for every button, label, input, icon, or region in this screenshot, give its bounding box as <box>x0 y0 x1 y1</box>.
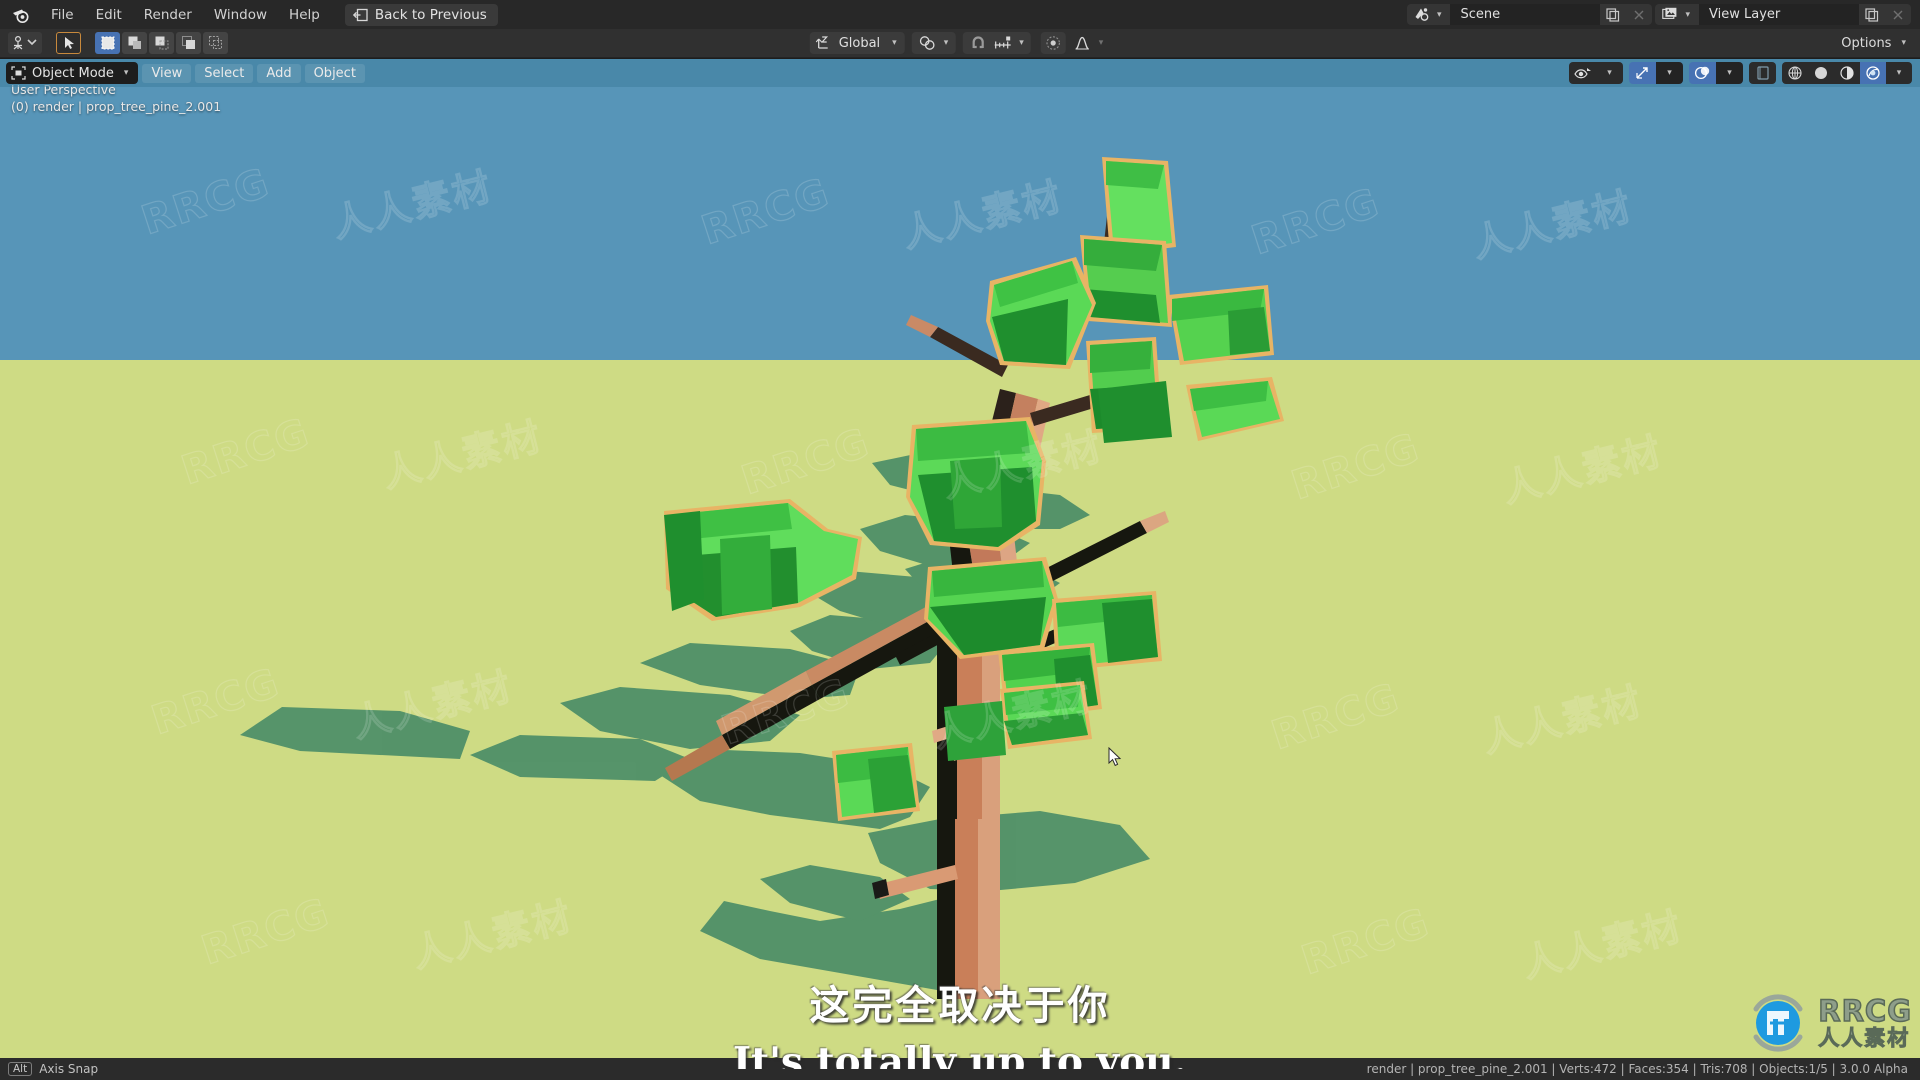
select-box-icon[interactable] <box>56 32 81 54</box>
scene-name-field[interactable]: Scene <box>1450 4 1601 25</box>
viewport-menu-add[interactable]: Add <box>257 63 301 83</box>
blender-logo-icon[interactable] <box>10 4 32 26</box>
transform-orientation-value: Global <box>838 35 881 51</box>
menu-edit[interactable]: Edit <box>85 4 133 26</box>
chevron-down-icon: ▾ <box>943 38 949 48</box>
back-to-previous-label: Back to Previous <box>374 6 487 23</box>
extend-select-icon[interactable] <box>122 32 147 54</box>
menu-help[interactable]: Help <box>278 4 331 26</box>
material-preview-shading-icon[interactable] <box>1834 62 1860 84</box>
visibility-selector[interactable]: ▾ <box>1569 62 1623 84</box>
back-arrow-icon <box>352 8 368 22</box>
falloff-curve-icon[interactable] <box>1070 32 1095 54</box>
wireframe-shading-icon[interactable] <box>1782 62 1808 84</box>
viewport-menu-view[interactable]: View <box>142 63 192 83</box>
subtitle-block: 这完全取决于你 It's totally up to you. <box>0 979 1920 1069</box>
rendered-shading-icon[interactable] <box>1860 62 1886 84</box>
options-label: Options <box>1841 35 1892 51</box>
viewport-header-right: ▾ ▾ ▾ ▾ <box>1569 62 1912 84</box>
show-hide-icon[interactable] <box>1569 62 1596 84</box>
gizmo-toggle[interactable]: ▾ <box>1629 62 1683 84</box>
view-layer-icon[interactable]: ▾ <box>1655 4 1699 25</box>
rrcg-shield-icon <box>1744 989 1812 1057</box>
x-ray-icon[interactable] <box>1749 62 1776 84</box>
set-select-icon[interactable] <box>95 32 120 54</box>
options-button[interactable]: Options ▾ <box>1841 36 1910 51</box>
select-tool-group <box>56 32 83 54</box>
chevron-down-icon[interactable]: ▾ <box>1656 62 1683 84</box>
viewport-header: Object Mode ▾ View Select Add Object ▾ ▾… <box>0 59 1920 87</box>
intersect-select-icon[interactable] <box>203 32 228 54</box>
menu-window[interactable]: Window <box>203 4 278 26</box>
scene-unlink-button[interactable] <box>1626 4 1653 25</box>
x-ray-toggle[interactable] <box>1749 62 1776 84</box>
chevron-down-icon: ▾ <box>123 68 129 78</box>
chevron-down-icon: ▾ <box>1019 38 1024 48</box>
chevron-down-icon[interactable]: ▾ <box>1596 62 1623 84</box>
chevron-down-icon: ▾ <box>892 38 897 48</box>
snap-increment-icon[interactable] <box>990 32 1015 54</box>
chevron-down-icon[interactable]: ▾ <box>1886 62 1912 84</box>
gizmo-icon[interactable] <box>1629 62 1656 84</box>
rrcg-subtitle: 人人素材 <box>1818 1026 1911 1050</box>
snap-controls[interactable]: ▾ <box>962 32 1031 54</box>
orientation-axis-icon <box>815 35 833 51</box>
blender-window: File Edit Render Window Help Back to Pre… <box>0 0 1920 1080</box>
transform-settings-group: Global ▾ ▾ ▾ ▾ <box>809 32 1111 54</box>
active-tool-group <box>8 32 44 54</box>
scene-new-button[interactable] <box>1600 4 1627 25</box>
object-mode-label: Object Mode <box>32 65 114 81</box>
chevron-down-icon: ▾ <box>1098 38 1104 48</box>
back-to-previous-button[interactable]: Back to Previous <box>344 3 498 26</box>
object-mode-icon <box>11 66 26 80</box>
chevron-down-icon: ▾ <box>1901 38 1906 48</box>
rrcg-title: RRCG <box>1818 994 1912 1028</box>
menu-render[interactable]: Render <box>133 4 203 26</box>
overlays-toggle[interactable]: ▾ <box>1689 62 1743 84</box>
transform-orientation-selector[interactable]: Global ▾ <box>809 32 905 54</box>
subtitle-english: It's totally up to you. <box>732 1039 1188 1069</box>
chevron-down-icon: ▾ <box>1436 9 1442 20</box>
view-layer-new-button[interactable] <box>1859 4 1885 25</box>
viewport-menu-object[interactable]: Object <box>304 63 365 83</box>
view-layer-datablock: ▾ View Layer <box>1655 4 1911 25</box>
view-layer-name-field[interactable]: View Layer <box>1699 4 1859 25</box>
tree-3d-object[interactable] <box>0 59 1920 1069</box>
subtitle-chinese: 这完全取决于你 <box>809 983 1111 1029</box>
scene-icon[interactable]: ▾ <box>1406 4 1451 25</box>
overlays-icon[interactable] <box>1689 62 1716 84</box>
shading-mode-group: ▾ <box>1782 62 1912 84</box>
view-layer-remove-button[interactable] <box>1885 4 1911 25</box>
chevron-down-icon: ▾ <box>1685 9 1690 20</box>
viewport-active-object-label: (0) render | prop_tree_pine_2.001 <box>11 99 222 114</box>
object-mode-selector[interactable]: Object Mode ▾ <box>6 62 139 84</box>
3d-viewport[interactable]: Object Mode ▾ View Select Add Object ▾ ▾… <box>0 59 1920 1069</box>
solid-shading-icon[interactable] <box>1808 62 1834 84</box>
difference-select-icon[interactable] <box>176 32 201 54</box>
proportional-edit-controls[interactable]: ▾ <box>1038 32 1111 54</box>
top-bar: File Edit Render Window Help Back to Pre… <box>0 0 1920 29</box>
subtract-select-icon[interactable] <box>149 32 174 54</box>
select-mode-group <box>95 32 230 54</box>
rrcg-brand-logo: RRCG 人人素材 <box>1744 989 1912 1057</box>
magnet-icon[interactable] <box>965 32 990 54</box>
mouse-pointer-icon <box>1108 747 1124 769</box>
pivot-point-icon <box>915 32 940 54</box>
viewport-menu-select[interactable]: Select <box>195 63 254 83</box>
chevron-down-icon[interactable]: ▾ <box>1716 62 1743 84</box>
menu-file[interactable]: File <box>40 4 85 26</box>
tweak-tool-icon[interactable] <box>8 32 42 54</box>
rrcg-text-block: RRCG 人人素材 <box>1818 994 1912 1050</box>
proportional-edit-icon[interactable] <box>1040 32 1066 54</box>
scene-datablock: ▾ Scene <box>1406 4 1653 25</box>
pivot-point-selector[interactable]: ▾ <box>911 32 956 54</box>
tool-settings-bar: Global ▾ ▾ ▾ ▾ Options ▾ <box>0 29 1920 58</box>
